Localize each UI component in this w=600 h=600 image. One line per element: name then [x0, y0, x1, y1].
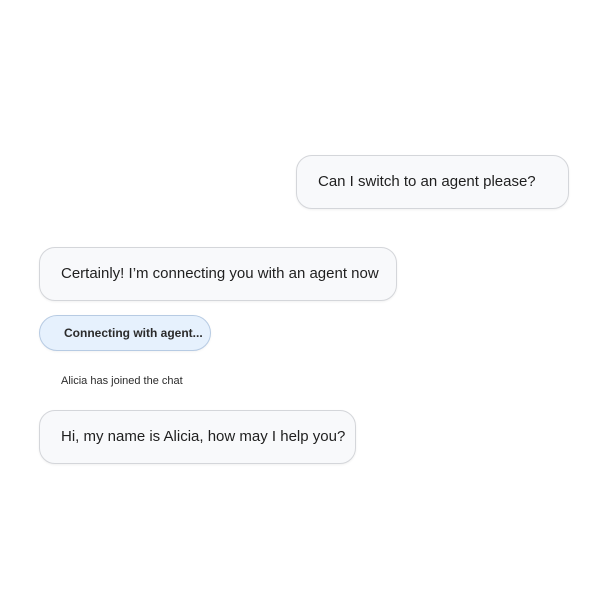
- bot-message-bubble: Certainly! I’m connecting you with an ag…: [39, 247, 397, 301]
- connecting-status-pill: Connecting with agent...: [39, 315, 211, 351]
- agent-message-text: Hi, my name is Alicia, how may I help yo…: [61, 428, 346, 445]
- agent-joined-notice: Alicia has joined the chat: [61, 375, 183, 387]
- bot-message-text: Certainly! I’m connecting you with an ag…: [61, 265, 379, 282]
- connecting-status-text: Connecting with agent...: [64, 326, 203, 340]
- user-message-text: Can I switch to an agent please?: [318, 173, 536, 190]
- user-message-bubble: Can I switch to an agent please?: [296, 155, 569, 209]
- chat-transcript: Can I switch to an agent please? Certain…: [0, 0, 600, 600]
- agent-message-bubble: Hi, my name is Alicia, how may I help yo…: [39, 410, 356, 464]
